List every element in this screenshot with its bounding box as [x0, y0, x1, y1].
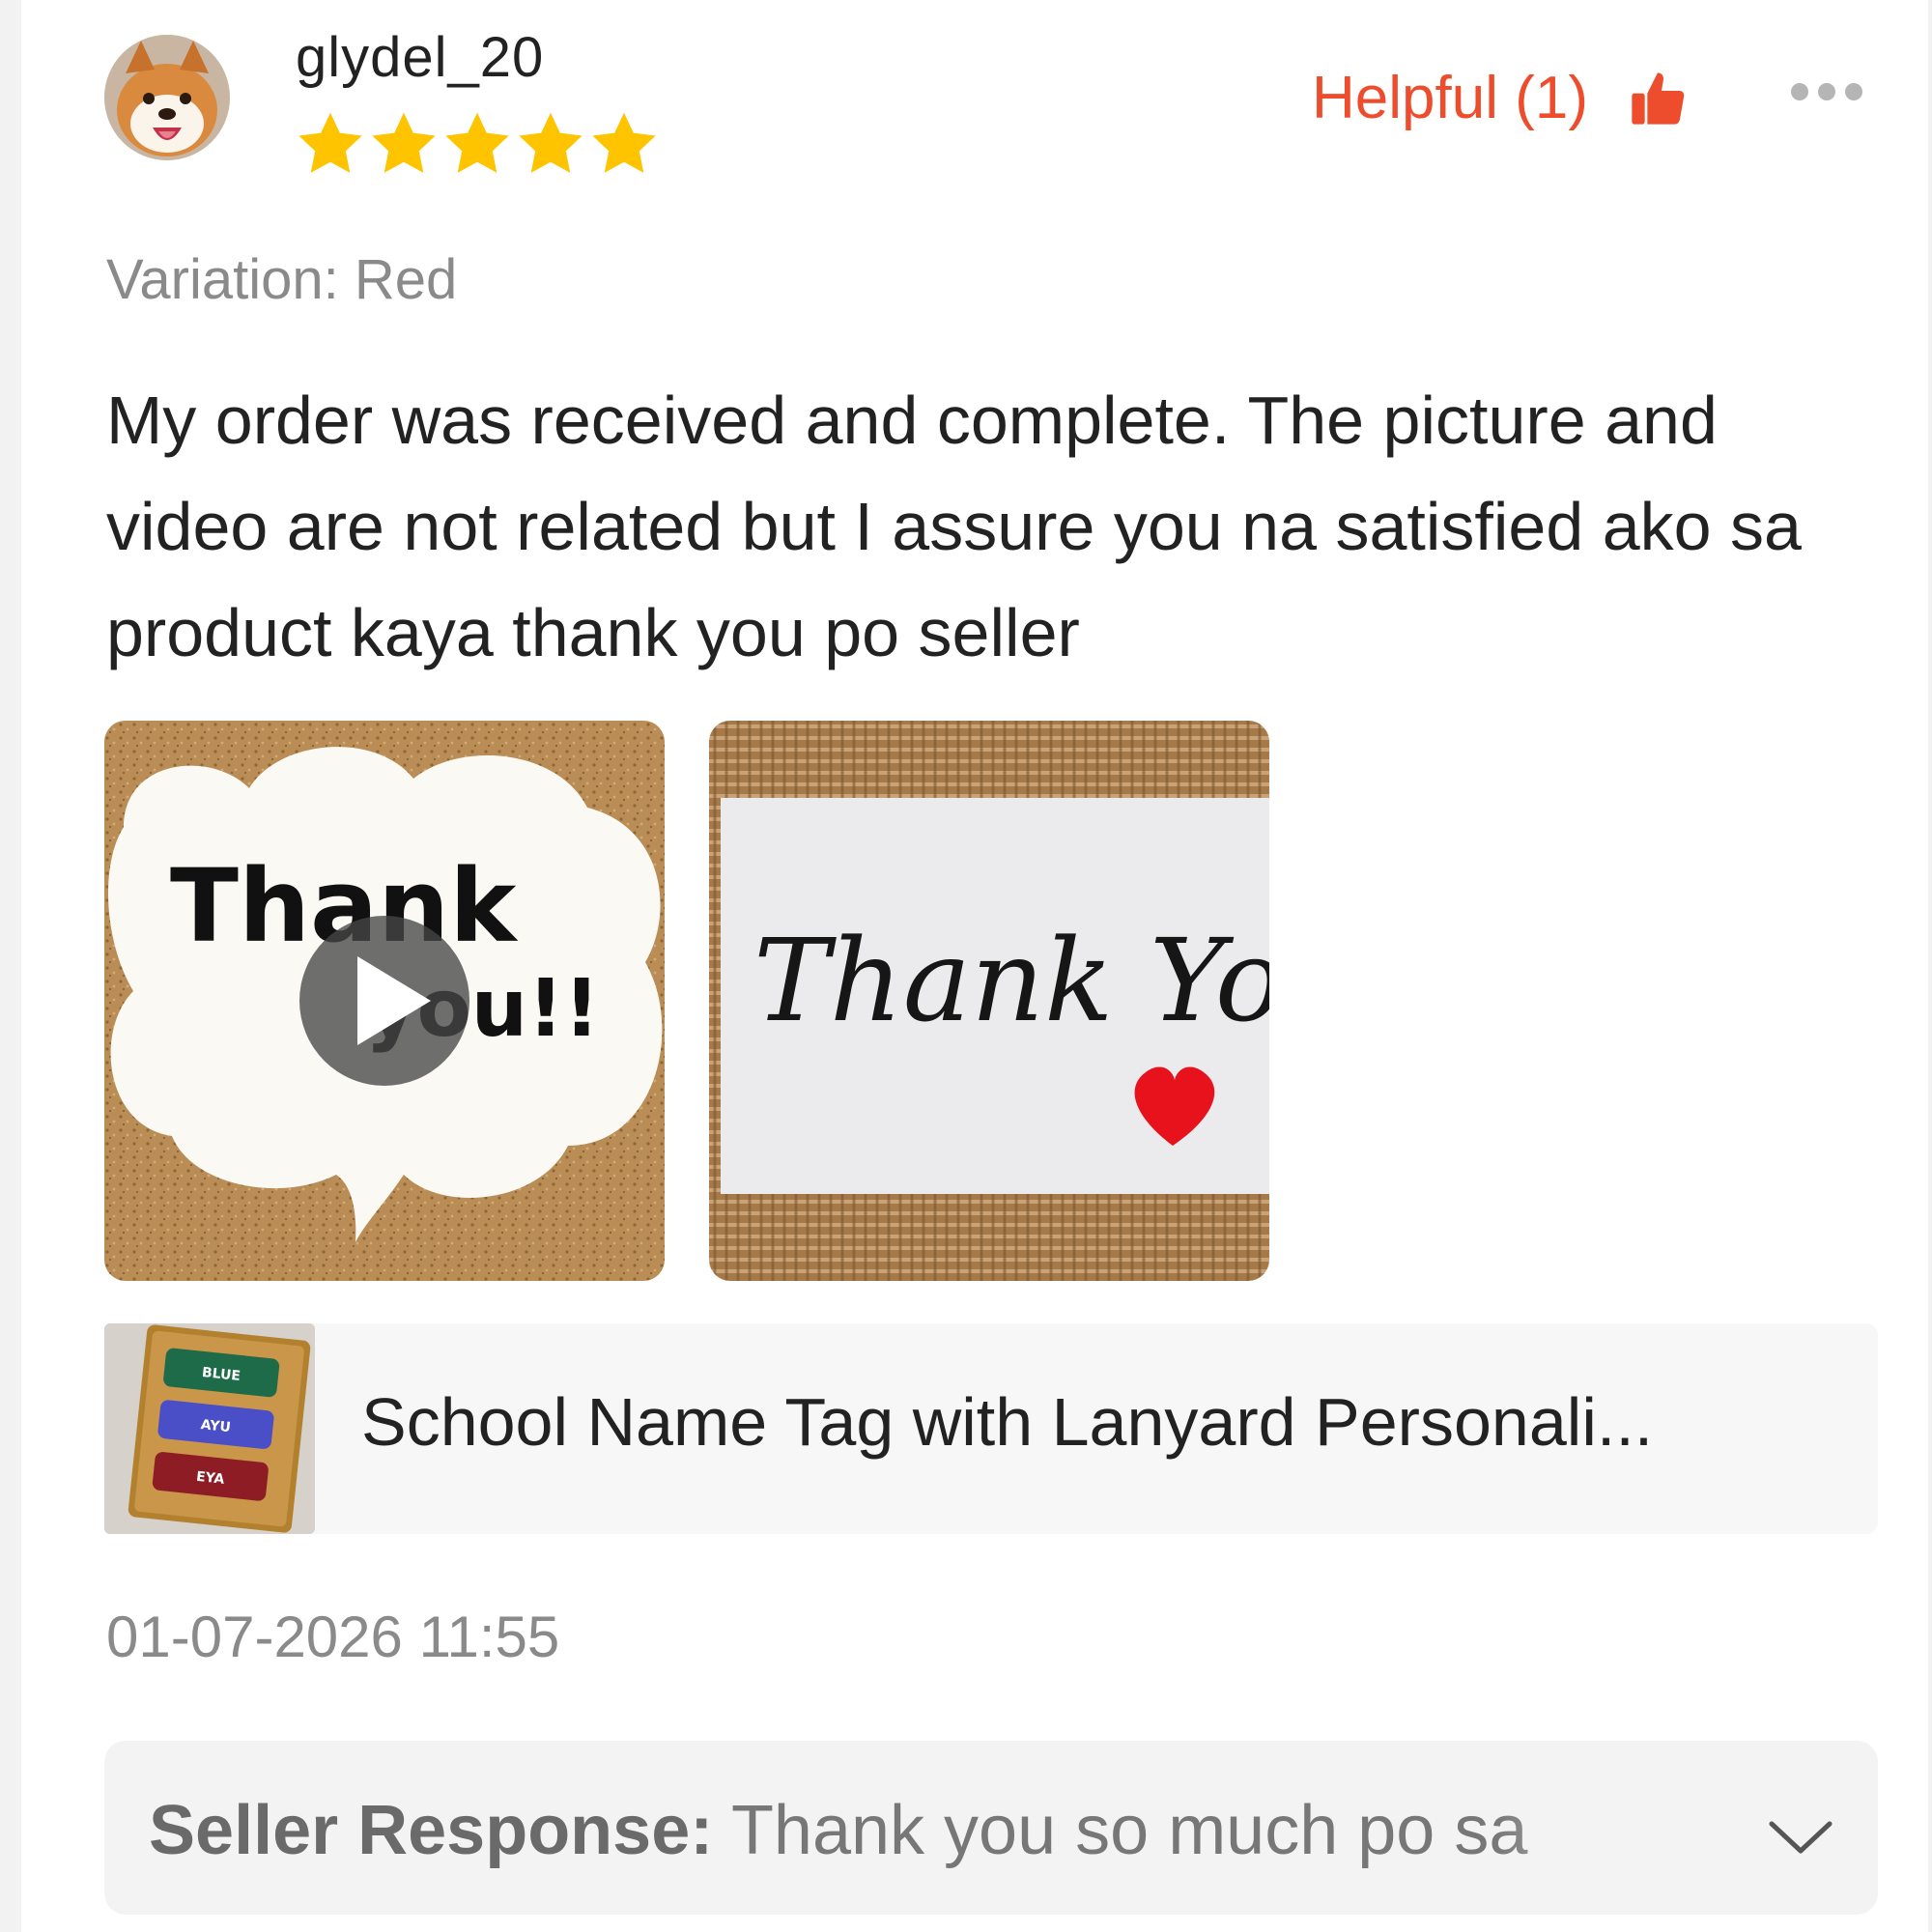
product-name: School Name Tag with Lanyard Personali..…	[361, 1384, 1654, 1460]
product-thumbnail: BLUE AYU EYA	[104, 1323, 315, 1534]
more-dots-icon	[1791, 83, 1808, 100]
thumbs-up-icon	[1632, 71, 1685, 125]
star-icon	[519, 112, 582, 173]
dog-avatar-image	[104, 35, 230, 160]
helpful-button[interactable]: Helpful (1)	[1312, 64, 1689, 132]
review-photo[interactable]: Thank You!	[709, 721, 1269, 1281]
tag-text: AYU	[200, 1417, 232, 1435]
seller-response-label: Seller Response:	[149, 1792, 714, 1869]
seller-response-text: Seller Response: Thank you so much po sa	[149, 1791, 1527, 1870]
review-card: glydel_20 Helpful (1) Variation: Red My …	[21, 0, 1928, 1932]
star-icon	[445, 112, 509, 173]
video-thumbnail: Thank you!!	[104, 721, 665, 1281]
star-rating	[294, 108, 661, 182]
review-timestamp: 01-07-2026 11:55	[106, 1605, 560, 1669]
star-icon	[592, 112, 656, 173]
chevron-down-icon[interactable]	[1762, 1808, 1839, 1866]
name-tag-product-image: BLUE AYU EYA	[104, 1323, 315, 1534]
seller-response[interactable]: Seller Response: Thank you so much po sa	[104, 1741, 1878, 1915]
variation-label: Variation: Red	[106, 248, 458, 311]
more-dots-icon	[1818, 83, 1835, 100]
photo-thumbnail: Thank You!	[709, 721, 1269, 1281]
more-options-button[interactable]	[1791, 83, 1862, 100]
seller-response-body: Thank you so much po sa	[730, 1792, 1528, 1869]
tag-text: EYA	[195, 1469, 225, 1488]
star-icon	[372, 112, 436, 173]
helpful-label: Helpful (1)	[1312, 65, 1588, 131]
star-icon	[298, 112, 362, 173]
review-text: My order was received and complete. The …	[106, 383, 1802, 670]
user-avatar[interactable]	[104, 35, 230, 160]
photo-caption: Thank You!	[753, 914, 1269, 1047]
more-dots-icon	[1845, 83, 1862, 100]
review-video[interactable]: Thank you!!	[104, 721, 665, 1281]
text-fade-overlay	[1495, 1779, 1766, 1876]
username[interactable]: glydel_20	[296, 25, 544, 90]
product-link[interactable]: BLUE AYU EYA School Name Tag with Lanyar…	[104, 1323, 1878, 1534]
